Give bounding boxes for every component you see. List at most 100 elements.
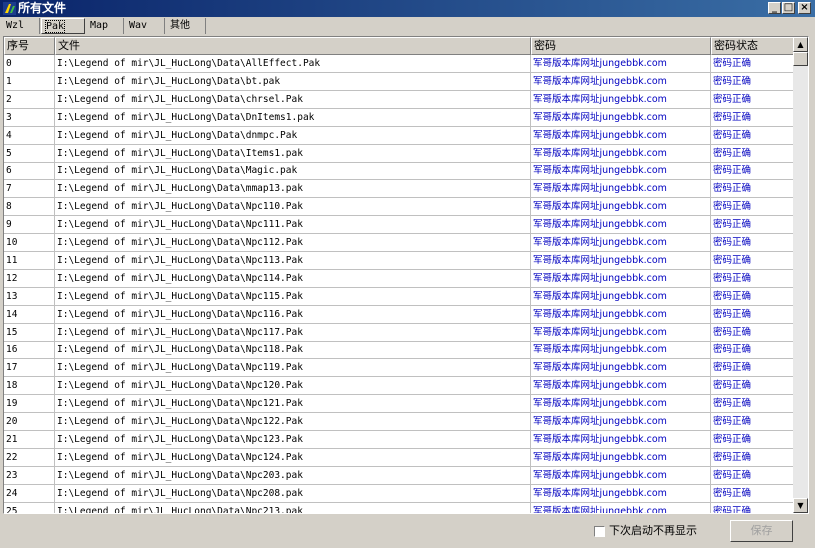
row-index: 1 — [4, 72, 55, 90]
scroll-down-arrow-icon[interactable]: ▼ — [793, 498, 808, 513]
row-file-path: I:\Legend of mir\JL_HucLong\Data\Npc213.… — [55, 502, 531, 513]
table-row[interactable]: 13 I:\Legend of mir\JL_HucLong\Data\Npc11… — [4, 287, 794, 306]
row-password: 军哥版本库网址jungebbk.com — [531, 180, 711, 198]
table-row[interactable]: 4 I:\Legend of mir\JL_HucLong\Data\dnmpc.… — [4, 126, 794, 145]
row-file-path: I:\Legend of mir\JL_HucLong\Data\Npc121.… — [55, 395, 531, 413]
table-row[interactable]: 7 I:\Legend of mir\JL_HucLong\Data\mmap13… — [4, 180, 794, 199]
column-header-password-status[interactable]: 密码状态 — [711, 37, 794, 55]
maximize-button[interactable]: □ — [782, 2, 795, 14]
row-password-status: 密码正确 — [711, 198, 794, 216]
title-bar[interactable]: 所有文件 _ □ × — [0, 0, 815, 17]
tab-map-label: Map — [90, 20, 109, 31]
row-file-path: I:\Legend of mir\JL_HucLong\Data\Npc111.… — [55, 216, 531, 234]
close-button[interactable]: × — [798, 2, 811, 14]
row-password-status: 密码正确 — [711, 216, 794, 234]
table-row[interactable]: 8 I:\Legend of mir\JL_HucLong\Data\Npc110… — [4, 198, 794, 217]
table-row[interactable]: 22 I:\Legend of mir\JL_HucLong\Data\Npc12… — [4, 448, 794, 467]
table-row[interactable]: 17 I:\Legend of mir\JL_HucLong\Data\Npc11… — [4, 359, 794, 378]
table-row[interactable]: 25 I:\Legend of mir\JL_HucLong\Data\Npc21… — [4, 502, 794, 513]
table-row[interactable]: 2 I:\Legend of mir\JL_HucLong\Data\chrsel… — [4, 90, 794, 109]
dont-show-again-label[interactable]: 下次启动不再显示 — [609, 523, 697, 539]
row-index: 8 — [4, 198, 55, 216]
table-row[interactable]: 12 I:\Legend of mir\JL_HucLong\Data\Npc11… — [4, 269, 794, 288]
row-file-path: I:\Legend of mir\JL_HucLong\Data\Items1.… — [55, 144, 531, 162]
row-file-path: I:\Legend of mir\JL_HucLong\Data\Npc116.… — [55, 305, 531, 323]
row-password: 军哥版本库网址jungebbk.com — [531, 90, 711, 108]
table-row[interactable]: 21 I:\Legend of mir\JL_HucLong\Data\Npc12… — [4, 430, 794, 449]
row-password-status: 密码正确 — [711, 90, 794, 108]
row-file-path: I:\Legend of mir\JL_HucLong\Data\Npc208.… — [55, 484, 531, 502]
row-index: 17 — [4, 359, 55, 377]
table-row[interactable]: 3 I:\Legend of mir\JL_HucLong\Data\DnItem… — [4, 108, 794, 127]
column-header-password[interactable]: 密码 — [531, 37, 711, 55]
dont-show-again-checkbox[interactable] — [594, 526, 605, 537]
table-row[interactable]: 5 I:\Legend of mir\JL_HucLong\Data\Items1… — [4, 144, 794, 163]
row-file-path: I:\Legend of mir\JL_HucLong\Data\Npc115.… — [55, 287, 531, 305]
file-table[interactable]: 序号 文件 密码 密码状态 0 I:\Legend of mir\JL_HucLo… — [3, 36, 809, 514]
row-index: 5 — [4, 144, 55, 162]
save-button[interactable]: 保存 — [730, 520, 793, 542]
tab-pak[interactable]: Pak — [41, 18, 85, 34]
row-index: 25 — [4, 502, 55, 513]
row-file-path: I:\Legend of mir\JL_HucLong\Data\Npc119.… — [55, 359, 531, 377]
row-index: 0 — [4, 55, 55, 72]
row-password-status: 密码正确 — [711, 484, 794, 502]
tab-other-label: 其他 — [170, 20, 190, 31]
table-row[interactable]: 0 I:\Legend of mir\JL_HucLong\Data\AllEff… — [4, 55, 794, 73]
column-header-index[interactable]: 序号 — [4, 37, 55, 55]
row-file-path: I:\Legend of mir\JL_HucLong\Data\AllEffe… — [55, 55, 531, 72]
tab-map[interactable]: Map — [86, 18, 124, 34]
row-password-status: 密码正确 — [711, 413, 794, 430]
vertical-scrollbar[interactable]: ▲ ▼ — [793, 37, 808, 513]
table-row[interactable]: 15 I:\Legend of mir\JL_HucLong\Data\Npc11… — [4, 323, 794, 342]
row-password: 军哥版本库网址jungebbk.com — [531, 162, 711, 180]
row-index: 4 — [4, 126, 55, 144]
table-row[interactable]: 6 I:\Legend of mir\JL_HucLong\Data\Magic.… — [4, 162, 794, 181]
table-row[interactable]: 20 I:\Legend of mir\JL_HucLong\Data\Npc12… — [4, 413, 794, 431]
table-row[interactable]: 14 I:\Legend of mir\JL_HucLong\Data\Npc11… — [4, 305, 794, 324]
row-file-path: I:\Legend of mir\JL_HucLong\Data\chrsel.… — [55, 90, 531, 108]
row-password: 军哥版本库网址jungebbk.com — [531, 377, 711, 395]
row-file-path: I:\Legend of mir\JL_HucLong\Data\DnItems… — [55, 108, 531, 126]
row-index: 7 — [4, 180, 55, 198]
row-file-path: I:\Legend of mir\JL_HucLong\Data\Npc123.… — [55, 430, 531, 448]
scroll-up-arrow-icon[interactable]: ▲ — [793, 37, 808, 52]
row-file-path: I:\Legend of mir\JL_HucLong\Data\Npc113.… — [55, 251, 531, 269]
minimize-button[interactable]: _ — [768, 2, 781, 14]
tab-wav[interactable]: Wav — [125, 18, 165, 34]
row-password-status: 密码正确 — [711, 72, 794, 90]
row-index: 24 — [4, 484, 55, 502]
table-row[interactable]: 10 I:\Legend of mir\JL_HucLong\Data\Npc11… — [4, 234, 794, 252]
table-row[interactable]: 23 I:\Legend of mir\JL_HucLong\Data\Npc20… — [4, 466, 794, 485]
row-password: 军哥版本库网址jungebbk.com — [531, 466, 711, 484]
table-row[interactable]: 16 I:\Legend of mir\JL_HucLong\Data\Npc11… — [4, 341, 794, 360]
row-index: 3 — [4, 108, 55, 126]
table-row[interactable]: 11 I:\Legend of mir\JL_HucLong\Data\Npc11… — [4, 251, 794, 270]
row-password-status: 密码正确 — [711, 162, 794, 180]
row-index: 19 — [4, 395, 55, 413]
row-password: 军哥版本库网址jungebbk.com — [531, 341, 711, 359]
table-row[interactable]: 9 I:\Legend of mir\JL_HucLong\Data\Npc111… — [4, 216, 794, 235]
table-row[interactable]: 24 I:\Legend of mir\JL_HucLong\Data\Npc20… — [4, 484, 794, 503]
footer-bar: 下次启动不再显示 保存 — [0, 514, 815, 548]
row-file-path: I:\Legend of mir\JL_HucLong\Data\Npc117.… — [55, 323, 531, 341]
row-password: 军哥版本库网址jungebbk.com — [531, 413, 711, 430]
column-header-file[interactable]: 文件 — [55, 37, 531, 55]
row-file-path: I:\Legend of mir\JL_HucLong\Data\Npc110.… — [55, 198, 531, 216]
table-row[interactable]: 1 I:\Legend of mir\JL_HucLong\Data\bt.pak… — [4, 72, 794, 91]
row-password: 军哥版本库网址jungebbk.com — [531, 55, 711, 72]
row-index: 9 — [4, 216, 55, 234]
row-password-status: 密码正确 — [711, 180, 794, 198]
scroll-thumb[interactable] — [793, 52, 808, 66]
row-file-path: I:\Legend of mir\JL_HucLong\Data\Npc114.… — [55, 269, 531, 287]
row-password-status: 密码正确 — [711, 251, 794, 269]
row-index: 16 — [4, 341, 55, 359]
row-password: 军哥版本库网址jungebbk.com — [531, 216, 711, 234]
tab-other[interactable]: 其他 — [166, 18, 206, 34]
row-password-status: 密码正确 — [711, 144, 794, 162]
row-index: 22 — [4, 448, 55, 466]
tab-wzl[interactable]: Wzl — [2, 18, 40, 34]
row-index: 14 — [4, 305, 55, 323]
table-row[interactable]: 18 I:\Legend of mir\JL_HucLong\Data\Npc12… — [4, 377, 794, 396]
table-row[interactable]: 19 I:\Legend of mir\JL_HucLong\Data\Npc12… — [4, 395, 794, 414]
